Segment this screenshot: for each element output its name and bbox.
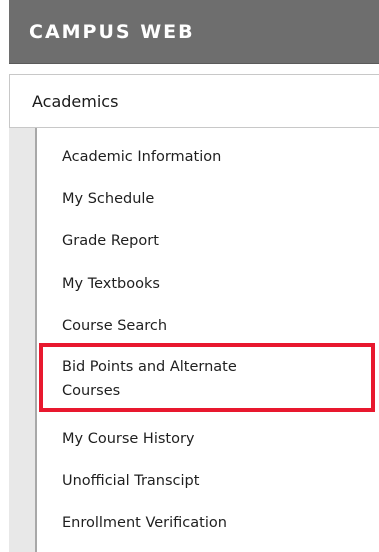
campus-web-page: CAMPUS WEB Academics Academic Informatio… — [0, 0, 379, 552]
menu-rail-line — [35, 128, 37, 552]
menu-item-enrollment-verification[interactable]: Enrollment Verification — [62, 511, 362, 535]
section-title: Academics — [32, 92, 119, 111]
campus-web-header: CAMPUS WEB — [9, 0, 379, 64]
menu-rail — [9, 128, 35, 552]
menu-item-academic-information[interactable]: Academic Information — [62, 145, 362, 169]
menu-item-course-search[interactable]: Course Search — [62, 314, 362, 338]
section-academics[interactable]: Academics — [9, 74, 379, 128]
menu-item-grade-report[interactable]: Grade Report — [62, 229, 362, 253]
menu-item-my-schedule[interactable]: My Schedule — [62, 187, 362, 211]
menu-item-my-course-history[interactable]: My Course History — [62, 427, 362, 451]
menu-item-my-textbooks[interactable]: My Textbooks — [62, 272, 362, 296]
menu-item-unofficial-transcript[interactable]: Unofficial Transcipt — [62, 469, 362, 493]
header-title: CAMPUS WEB — [29, 21, 195, 43]
highlight-box — [39, 343, 375, 412]
